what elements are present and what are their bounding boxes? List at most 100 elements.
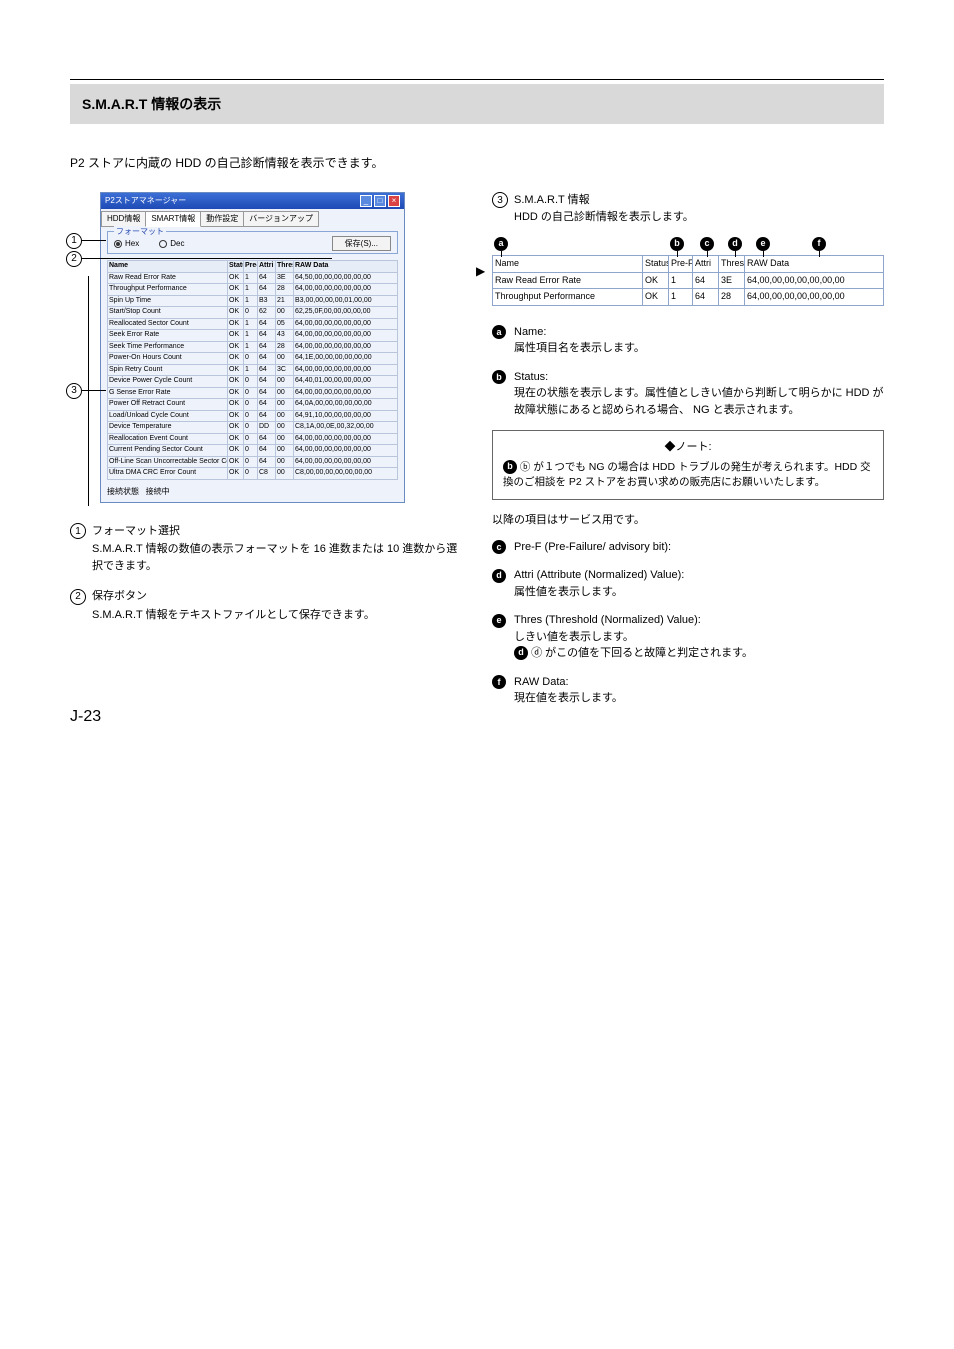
table-row: Off-Line Scan Uncorrectable Sector Count… bbox=[108, 456, 398, 468]
label-a-icon: a bbox=[494, 237, 508, 251]
table-row: Throughput PerformanceOK1642864,00,00,00… bbox=[108, 284, 398, 296]
note-box: ◆ノート: b ⓑ が１つでも NG の場合は HDD トラブルの発生が考えられ… bbox=[492, 430, 884, 500]
desc-1: 1 フォーマット選択 S.M.A.R.T 情報の数値の表示フォーマットを 16 … bbox=[70, 523, 462, 575]
window-titlebar: P2ストアマネージャー _ □ × bbox=[101, 193, 404, 209]
smart-table: NameStatusPre-FAttriThresRAW Data Raw Re… bbox=[107, 260, 398, 480]
table-row: G Sense Error RateOK0640064,00,00,00,00,… bbox=[108, 387, 398, 399]
desc-1-title: フォーマット選択 bbox=[92, 523, 462, 540]
col-header: Pre-F bbox=[244, 261, 258, 273]
tab-smart[interactable]: SMART情報 bbox=[145, 211, 201, 227]
table-row: Load/Unload Cycle CountOK0640064,91,10,0… bbox=[108, 410, 398, 422]
desc-a-body: 属性項目名を表示します。 bbox=[514, 342, 645, 354]
desc-c-pre: 以降の項目はサービス用です。 bbox=[492, 512, 884, 529]
desc-b-label: Status: bbox=[514, 371, 548, 383]
section-title: S.M.A.R.T 情報の表示 bbox=[82, 94, 221, 115]
desc-d-label: Attri (Attribute (Normalized) Value): bbox=[514, 569, 684, 581]
col-header: Name bbox=[108, 261, 228, 273]
desc-e-body: しきい値を表示します。 bbox=[514, 631, 634, 643]
table-row: Device TemperatureOK0DD00C8,1A,00,0E,00,… bbox=[108, 422, 398, 434]
label-b-icon: b bbox=[670, 237, 684, 251]
desc-e: e Thres (Threshold (Normalized) Value): … bbox=[492, 612, 884, 662]
desc-2-title: 保存ボタン bbox=[92, 588, 462, 605]
desc-f: f RAW Data: 現在値を表示します。 bbox=[492, 674, 884, 707]
col-header: Name bbox=[493, 256, 643, 273]
format-legend: フォーマット bbox=[114, 226, 166, 238]
tab-version[interactable]: バージョンアップ bbox=[243, 211, 319, 227]
radio-dec[interactable]: Dec bbox=[159, 238, 184, 250]
table-row: Power-On Hours CountOK0640064,1E,00,00,0… bbox=[108, 353, 398, 365]
desc-e-extra: ⓓ がこの値を下回ると故障と判定されます。 bbox=[531, 647, 753, 659]
desc-3-body: HDD の自己診断情報を表示します。 bbox=[514, 209, 884, 226]
letter-f-icon: f bbox=[492, 675, 506, 689]
num-1-icon: 1 bbox=[70, 523, 86, 539]
desc-2: 2 保存ボタン S.M.A.R.T 情報をテキストファイルとして保存できます。 bbox=[70, 588, 462, 623]
desc-f-body: 現在値を表示します。 bbox=[514, 692, 623, 704]
letter-e-icon: e bbox=[492, 614, 506, 628]
col-header: Attri bbox=[693, 256, 719, 273]
table-row: Reallocated Sector CountOK1640564,00,00,… bbox=[108, 318, 398, 330]
callout-3-icon: 3 bbox=[66, 383, 82, 399]
label-d-icon: d bbox=[728, 237, 742, 251]
table-row: Power Off Retract CountOK0640064,0A,00,0… bbox=[108, 399, 398, 411]
window-title: P2ストアマネージャー bbox=[105, 195, 186, 207]
status-label: 接続状態 bbox=[107, 487, 139, 496]
arrow-right-icon: ▶ bbox=[476, 262, 485, 280]
page-number: J-23 bbox=[70, 705, 101, 729]
col-header: Status bbox=[228, 261, 244, 273]
desc-2-body: S.M.A.R.T 情報をテキストファイルとして保存できます。 bbox=[92, 607, 462, 624]
tab-bar: HDD情報 SMART情報 動作設定 バージョンアップ bbox=[101, 209, 404, 227]
table-row: Seek Error RateOK1644364,00,00,00,00,00,… bbox=[108, 330, 398, 342]
desc-d: d Attri (Attribute (Normalized) Value): 属… bbox=[492, 567, 884, 600]
desc-3-title: S.M.A.R.T 情報 bbox=[514, 192, 884, 209]
col-header: Pre-F bbox=[669, 256, 693, 273]
label-c-icon: c bbox=[700, 237, 714, 251]
desc-c-label: Pre-F (Pre-Failure/ advisory bit): bbox=[514, 541, 671, 553]
ref-d-icon: d bbox=[514, 646, 528, 660]
desc-b: b Status:現在の状態を表示します。属性値としきい値から判断して明らかに … bbox=[492, 369, 884, 419]
table-row: Ultra DMA CRC Error CountOK0C800C8,00,00… bbox=[108, 468, 398, 480]
desc-a: a Name:属性項目名を表示します。 bbox=[492, 324, 884, 357]
letter-a-icon: a bbox=[492, 325, 506, 339]
smart-table-zoom: NameStatusPre-FAttriThresRAW Data Raw Re… bbox=[492, 255, 884, 306]
callout-2-icon: 2 bbox=[66, 251, 82, 267]
note-b-ref-icon: b bbox=[503, 460, 517, 474]
desc-c: c Pre-F (Pre-Failure/ advisory bit): bbox=[492, 539, 884, 556]
letter-c-icon: c bbox=[492, 540, 506, 554]
app-screenshot: P2ストアマネージャー _ □ × HDD情報 SMART情報 動作設定 バージ… bbox=[100, 192, 405, 503]
table-row: Spin Retry CountOK1643C64,00,00,00,00,00… bbox=[108, 364, 398, 376]
col-header: Thres bbox=[719, 256, 745, 273]
desc-1-body: S.M.A.R.T 情報の数値の表示フォーマットを 16 進数または 10 進数… bbox=[92, 541, 462, 574]
desc-f-label: RAW Data: bbox=[514, 676, 569, 688]
table-row: Start/Stop CountOK0620062,25,0F,00,00,00… bbox=[108, 307, 398, 319]
col-header: Attri bbox=[258, 261, 276, 273]
close-icon[interactable]: × bbox=[388, 195, 400, 207]
col-header: RAW Data bbox=[745, 256, 884, 273]
desc-d-body: 属性値を表示します。 bbox=[514, 586, 623, 598]
table-row: Seek Time PerformanceOK1642864,00,00,00,… bbox=[108, 341, 398, 353]
label-f-icon: f bbox=[812, 237, 826, 251]
maximize-icon[interactable]: □ bbox=[374, 195, 386, 207]
save-button[interactable]: 保存(S)... bbox=[332, 236, 391, 251]
desc-e-label: Thres (Threshold (Normalized) Value): bbox=[514, 614, 701, 626]
letter-d-icon: d bbox=[492, 569, 506, 583]
radio-hex[interactable]: Hex bbox=[114, 238, 139, 250]
letter-b-icon: b bbox=[492, 370, 506, 384]
tab-hdd[interactable]: HDD情報 bbox=[101, 211, 146, 227]
table-row: Raw Read Error RateOK1643E64,00,00,00,00… bbox=[493, 272, 884, 289]
section-heading: S.M.A.R.T 情報の表示 bbox=[70, 84, 884, 124]
note-title: ◆ノート: bbox=[503, 439, 873, 456]
note-body: b ⓑ が１つでも NG の場合は HDD トラブルの発生が考えられます。HDD… bbox=[503, 460, 873, 492]
note-body-text: ⓑ が１つでも NG の場合は HDD トラブルの発生が考えられます。HDD 交… bbox=[503, 461, 871, 489]
tab-settings[interactable]: 動作設定 bbox=[200, 211, 244, 227]
num-2-icon: 2 bbox=[70, 589, 86, 605]
minimize-icon[interactable]: _ bbox=[360, 195, 372, 207]
table-row: Device Power Cycle CountOK0640064,40,01,… bbox=[108, 376, 398, 388]
col-header: Thres bbox=[276, 261, 294, 273]
status-value: 接続中 bbox=[146, 487, 170, 496]
col-header: Status bbox=[643, 256, 669, 273]
intro-text: P2 ストアに内蔵の HDD の自己診断情報を表示できます。 bbox=[70, 154, 884, 172]
table-row: Spin Up TimeOK1B321B3,00,00,00,00,01,00,… bbox=[108, 295, 398, 307]
status-bar: 接続状態 接続中 bbox=[107, 486, 398, 498]
table-row: Reallocation Event CountOK0640064,00,00,… bbox=[108, 433, 398, 445]
label-e-icon: e bbox=[756, 237, 770, 251]
